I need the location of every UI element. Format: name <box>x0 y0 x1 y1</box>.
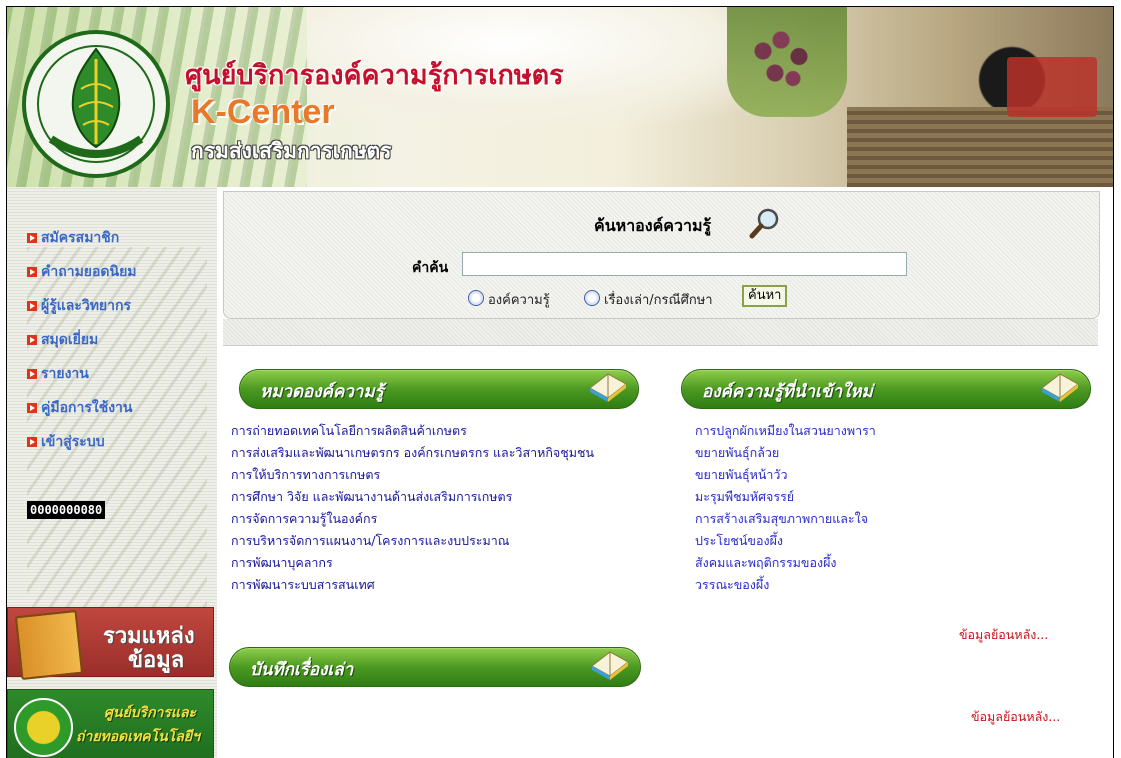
radio-knowledge-label: องค์ความรู้ <box>488 293 550 308</box>
search-panel: ค้นหาองค์ความรู้ คำค้น องค์ความรู้ เรื่อ… <box>223 191 1100 319</box>
sources-banner-link[interactable]: รวมแหล่ง ข้อมูล <box>7 607 214 681</box>
radio-knowledge[interactable] <box>468 290 484 306</box>
sidebar-item-label: ผู้รู้และวิทยากร <box>41 298 131 314</box>
category-link[interactable]: การพัฒนาบุคลากร <box>231 555 651 571</box>
category-link[interactable]: การพัฒนาระบบสารสนเทศ <box>231 577 651 593</box>
arrow-bullet-icon <box>27 301 37 311</box>
new-knowledge-link[interactable]: วรรณะของผึ้ง <box>695 577 1075 593</box>
categories-header: หมวดองค์ความรู้ <box>239 369 639 409</box>
category-link[interactable]: การให้บริการทางการเกษตร <box>231 467 651 483</box>
radio-story-label: เรื่องเล่า/กรณีศึกษา <box>604 293 713 308</box>
sources-banner-line2: ข้อมูล <box>128 648 185 673</box>
sidebar-item-label: เข้าสู่ระบบ <box>41 434 105 450</box>
category-link[interactable]: การถ่ายทอดเทคโนโลยีการผลิตสินค้าเกษตร <box>231 423 651 439</box>
department-name: กรมส่งเสริมการเกษตร <box>191 139 392 163</box>
new-knowledge-link[interactable]: ประโยชน์ของผึ้ง <box>695 533 1075 549</box>
new-knowledge-link[interactable]: มะรุมพืชมหัศจรรย์ <box>695 489 1075 505</box>
new-knowledge-more-link[interactable]: ข้อมูลย้อนหลัง... <box>959 625 1048 645</box>
category-link[interactable]: การส่งเสริมและพัฒนาเกษตรกร องค์กรเกษตรกร… <box>231 445 651 461</box>
sidebar-menu: สมัครสมาชิก คำถามยอดนิยม ผู้รู้และวิทยาก… <box>27 221 137 459</box>
sidebar-item-faq[interactable]: คำถามยอดนิยม <box>27 255 137 289</box>
sidebar-item-label: สมุดเยี่ยม <box>41 332 99 348</box>
arrow-bullet-icon <box>27 369 37 379</box>
stories-header: บันทึกเรื่องเล่า <box>229 647 641 687</box>
sidebar-item-label: สมัครสมาชิก <box>41 230 120 246</box>
arrow-bullet-icon <box>27 335 37 345</box>
banner-grapes-image <box>727 7 847 117</box>
visitor-counter: 0000000080 <box>27 501 106 519</box>
banner-tractor-body-image <box>1007 57 1097 117</box>
sidebar-item-label: รายงาน <box>41 366 89 382</box>
category-link[interactable]: การบริหารจัดการแผนงาน/โครงการและงบประมาณ <box>231 533 651 549</box>
category-link[interactable]: การจัดการความรู้ในองค์กร <box>231 511 651 527</box>
site-title-thai: ศูนย์บริการองค์ความรู้การเกษตร <box>185 60 564 91</box>
search-title: ค้นหาองค์ความรู้ <box>594 216 712 235</box>
categories-list: การถ่ายทอดเทคโนโลยีการผลิตสินค้าเกษตร กา… <box>231 423 651 599</box>
sidebar-item-manual[interactable]: คู่มือการใช้งาน <box>27 391 137 425</box>
stories-header-label: บันทึกเรื่องเล่า <box>250 660 354 680</box>
new-knowledge-header: องค์ความรู้ที่นำเข้าใหม่ <box>681 369 1091 409</box>
service-center-line2: ถ่ายทอดเทคโนโลยีฯ <box>76 729 200 745</box>
new-knowledge-link[interactable]: การปลูกผักเหมียงในสวนยางพารา <box>695 423 1075 439</box>
category-link[interactable]: การศึกษา วิจัย และพัฒนางานด้านส่งเสริมกา… <box>231 489 651 505</box>
left-sidebar: สมัครสมาชิก คำถามยอดนิยม ผู้รู้และวิทยาก… <box>7 187 217 758</box>
radio-story[interactable] <box>584 290 600 306</box>
arrow-bullet-icon <box>27 267 37 277</box>
new-knowledge-link[interactable]: ขยายพันธุ์กล้วย <box>695 445 1075 461</box>
new-knowledge-header-label: องค์ความรู้ที่นำเข้าใหม่ <box>702 382 873 402</box>
service-center-banner-link[interactable]: ศูนย์บริการและ ถ่ายทอดเทคโนโลยีฯ <box>7 689 214 758</box>
new-knowledge-list: การปลูกผักเหมียงในสวนยางพารา ขยายพันธุ์ก… <box>695 423 1075 599</box>
open-book-icon <box>1041 373 1079 402</box>
page-frame: ศูนย์บริการองค์ความรู้การเกษตร K-Center … <box>6 6 1114 758</box>
open-book-icon <box>591 651 629 680</box>
sidebar-item-experts[interactable]: ผู้รู้และวิทยากร <box>27 289 137 323</box>
arrow-bullet-icon <box>27 403 37 413</box>
sidebar-item-label: คู่มือการใช้งาน <box>41 400 133 416</box>
sidebar-item-register[interactable]: สมัครสมาชิก <box>27 221 137 255</box>
sidebar-item-reports[interactable]: รายงาน <box>27 357 137 391</box>
sidebar-item-guestbook[interactable]: สมุดเยี่ยม <box>27 323 137 357</box>
magnifier-icon <box>749 208 779 239</box>
header-banner: ศูนย์บริการองค์ความรู้การเกษตร K-Center … <box>7 7 1113 187</box>
new-knowledge-link[interactable]: ขยายพันธุ์หน้าวัว <box>695 467 1075 483</box>
book-icon <box>14 609 84 681</box>
search-button[interactable]: ค้นหา <box>742 285 788 307</box>
sidebar-item-login[interactable]: เข้าสู่ระบบ <box>27 425 137 459</box>
center-logo-icon <box>14 698 73 757</box>
new-knowledge-link[interactable]: การสร้างเสริมสุขภาพกายและใจ <box>695 511 1075 527</box>
arrow-bullet-icon <box>27 233 37 243</box>
categories-header-label: หมวดองค์ความรู้ <box>260 382 384 402</box>
keyword-input[interactable] <box>462 252 907 276</box>
search-panel-footer <box>223 319 1098 346</box>
sidebar-item-label: คำถามยอดนิยม <box>41 264 137 280</box>
stories-more-link[interactable]: ข้อมูลย้อนหลัง... <box>971 707 1060 727</box>
arrow-bullet-icon <box>27 437 37 447</box>
new-knowledge-link[interactable]: สังคมและพฤติกรรมของผึ้ง <box>695 555 1075 571</box>
service-center-line1: ศูนย์บริการและ <box>104 705 197 721</box>
keyword-label: คำค้น <box>412 260 449 276</box>
banner-field-image <box>847 107 1113 187</box>
site-title-kcenter: K-Center <box>191 93 335 131</box>
open-book-icon <box>589 373 627 402</box>
department-seal-logo <box>22 30 170 178</box>
